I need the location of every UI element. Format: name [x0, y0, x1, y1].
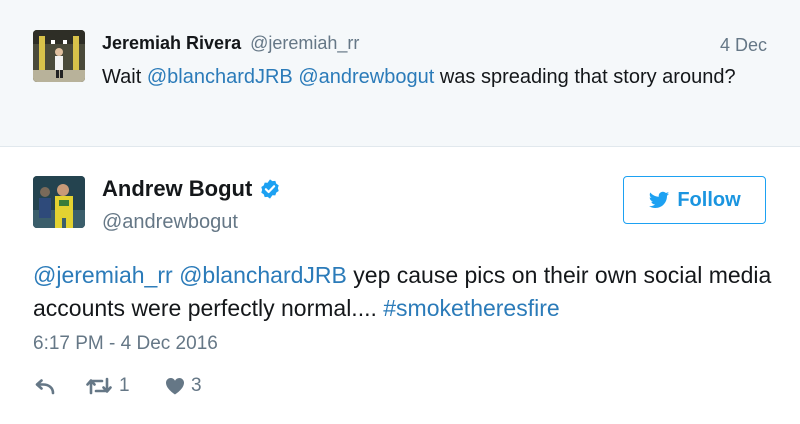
- author-name[interactable]: Jeremiah Rivera: [102, 33, 241, 53]
- like-count: 3: [191, 375, 202, 396]
- tweet-date[interactable]: 4 Dec: [720, 35, 767, 56]
- follow-label: Follow: [677, 188, 741, 211]
- tweet-text: Wait @blanchardJRB @andrewbogut was spre…: [102, 62, 742, 92]
- hashtag-link[interactable]: #smoketheresfire: [383, 295, 559, 321]
- author-handle[interactable]: @andrewbogut: [102, 211, 238, 234]
- reply-icon: [35, 379, 55, 395]
- author-handle[interactable]: @jeremiah_rr: [250, 33, 359, 53]
- mention-link[interactable]: @blanchardJRB: [179, 262, 347, 288]
- retweet-button[interactable]: 1: [85, 375, 165, 397]
- tweet-actions: 1 3: [33, 372, 225, 400]
- mention-link[interactable]: @andrewbogut: [298, 66, 434, 88]
- mention-link[interactable]: @jeremiah_rr: [33, 262, 173, 288]
- avatar-photo-icon: [33, 176, 85, 228]
- tweet-text: @jeremiah_rr @blanchardJRB yep cause pic…: [33, 259, 773, 325]
- author-name[interactable]: Andrew Bogut: [102, 176, 252, 202]
- mention-link[interactable]: @blanchardJRB: [147, 66, 293, 88]
- in-reply-to-tweet[interactable]: Jeremiah Rivera @jeremiah_rr 4 Dec Wait …: [0, 0, 800, 147]
- reply-button[interactable]: [33, 377, 85, 395]
- avatar[interactable]: [33, 30, 85, 82]
- text-prefix: Wait: [102, 66, 147, 88]
- like-button[interactable]: 3: [165, 375, 225, 397]
- avatar[interactable]: [33, 176, 85, 228]
- avatar-photo-icon: [33, 30, 85, 82]
- tweet-timestamp[interactable]: 6:17 PM - 4 Dec 2016: [33, 333, 218, 355]
- heart-icon: [166, 378, 184, 395]
- follow-button[interactable]: Follow: [623, 176, 766, 224]
- verified-badge-icon: [261, 179, 280, 199]
- text-suffix: was spreading that story around?: [434, 66, 736, 88]
- twitter-bird-icon: [649, 191, 670, 208]
- retweet-icon: [86, 377, 112, 395]
- retweet-count: 1: [119, 375, 130, 396]
